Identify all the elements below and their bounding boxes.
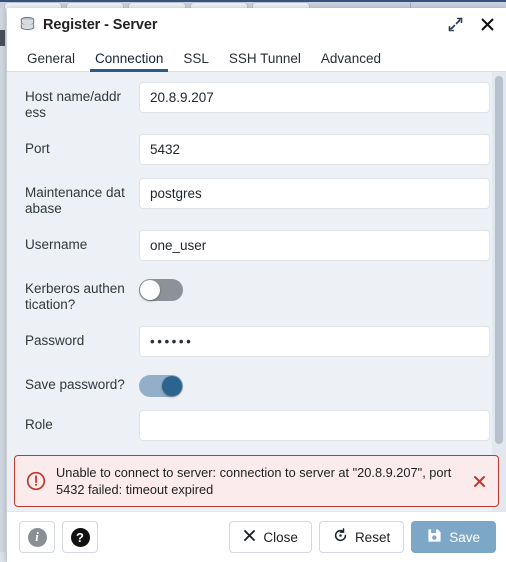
- input-host-name-address[interactable]: [139, 82, 490, 113]
- reset-button[interactable]: Reset: [318, 521, 405, 553]
- dialog-titlebar: Register - Server: [7, 8, 506, 42]
- form-row: Username: [7, 230, 506, 261]
- background-left-edge: [0, 8, 6, 562]
- input-username[interactable]: [139, 230, 490, 261]
- field-wrapper: [125, 274, 490, 301]
- tab-general[interactable]: General: [17, 51, 85, 72]
- form-row: Maintenance database: [7, 178, 506, 217]
- register-server-dialog: Register - Server General Connection SSL SS…: [7, 8, 506, 562]
- form-row: Host name/address: [7, 82, 506, 121]
- toggle-knob: [162, 376, 182, 396]
- password-dots: ••••••: [150, 334, 194, 349]
- input-port[interactable]: [139, 134, 490, 165]
- help-icon: ?: [70, 527, 90, 547]
- close-icon[interactable]: [478, 16, 496, 34]
- field-wrapper: ••••••: [125, 326, 490, 357]
- label-save-password: Save password?: [25, 377, 125, 392]
- field-wrapper: [125, 230, 490, 261]
- connection-form: Host name/address Port Maintenance databas…: [7, 72, 506, 511]
- label-password: Password: [25, 333, 85, 348]
- input-role[interactable]: [139, 410, 490, 441]
- reset-icon: [333, 528, 348, 546]
- close-icon: [243, 529, 256, 545]
- save-disk-icon: [427, 528, 442, 546]
- label-host-name-address: Host name/address: [25, 89, 122, 120]
- form-row: Password ••••••: [7, 326, 506, 357]
- toggle-save-password[interactable]: [139, 375, 183, 397]
- toggle-kerberos-authentication[interactable]: [139, 279, 183, 301]
- error-alert: Unable to connect to server: connection …: [14, 455, 499, 507]
- form-row: Port: [7, 134, 506, 165]
- info-icon: i: [27, 527, 47, 547]
- dialog-footer: i ? Close Reset Save: [7, 511, 506, 562]
- dialog-tabbar: General Connection SSL SSH Tunnel Advanced: [7, 42, 506, 72]
- error-message: Unable to connect to server: connection …: [56, 465, 452, 497]
- field-wrapper: [125, 82, 490, 113]
- form-row: Save password?: [7, 370, 506, 397]
- input-maintenance-database[interactable]: [139, 178, 490, 209]
- server-icon: [19, 16, 36, 33]
- close-button[interactable]: Close: [229, 521, 312, 553]
- label-port: Port: [25, 141, 50, 156]
- label-maintenance-database: Maintenance database: [25, 185, 125, 216]
- error-circle-icon: [25, 470, 47, 492]
- field-wrapper: [125, 134, 490, 165]
- dialog-body: Host name/address Port Maintenance databas…: [7, 72, 506, 511]
- label-role: Role: [25, 417, 53, 432]
- expand-diagonal-icon[interactable]: [446, 16, 464, 34]
- form-scrollbar-track[interactable]: [492, 72, 506, 511]
- label-username: Username: [25, 237, 88, 252]
- field-wrapper: [125, 370, 490, 397]
- field-wrapper: [125, 178, 490, 209]
- dialog-title: Register - Server: [43, 16, 158, 33]
- tab-advanced[interactable]: Advanced: [311, 51, 391, 72]
- reset-button-label: Reset: [354, 529, 391, 545]
- save-button[interactable]: Save: [411, 521, 496, 553]
- background-left-marker: [0, 30, 5, 46]
- tab-connection[interactable]: Connection: [85, 51, 173, 72]
- toggle-knob: [140, 280, 160, 300]
- form-row: Role: [7, 410, 506, 441]
- form-scrollbar-thumb[interactable]: [495, 76, 503, 444]
- info-button[interactable]: i: [19, 521, 55, 553]
- field-wrapper: [125, 410, 490, 441]
- tab-ssl[interactable]: SSL: [173, 51, 219, 72]
- alert-close-icon[interactable]: [468, 470, 490, 492]
- close-button-label: Close: [263, 529, 298, 545]
- input-password[interactable]: ••••••: [139, 326, 490, 357]
- tab-ssh-tunnel[interactable]: SSH Tunnel: [219, 51, 311, 72]
- form-row: Kerberos authentication?: [7, 274, 506, 313]
- label-kerberos-authentication: Kerberos authentication?: [25, 281, 125, 312]
- save-button-label: Save: [449, 529, 480, 545]
- help-button[interactable]: ?: [62, 521, 98, 553]
